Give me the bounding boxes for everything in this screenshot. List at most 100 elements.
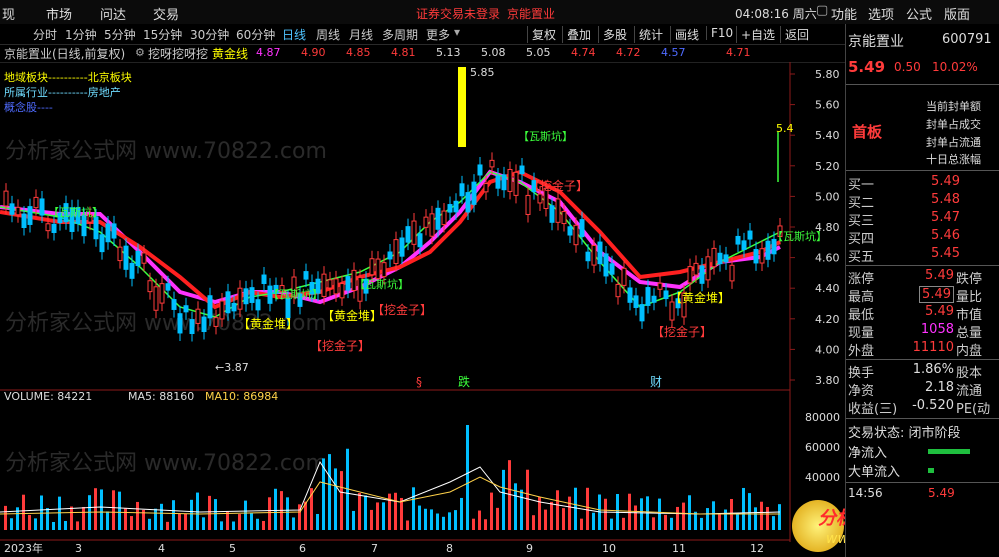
time-tick: 4 [158,542,165,555]
price-tick: 5.20 [815,160,840,173]
tab-weekly[interactable]: 周线 [316,26,340,43]
menu-item-xian[interactable]: 现 [2,4,15,23]
bid-row-3: 买三 5.47 [848,210,960,229]
stat-row-low: 最低 5.49 市值 [848,304,983,323]
volume-bar [334,468,337,530]
chevron-down-icon[interactable]: ▾ [454,25,460,39]
candle-body [753,249,759,264]
candle-body [417,233,423,248]
gear-icon[interactable]: ⚙ [135,46,145,59]
multi-stock-button[interactable]: 多股 [598,26,631,43]
menu-item-market[interactable]: 市场 [46,4,72,23]
candle-body [687,266,693,284]
tab-30min[interactable]: 30分钟 [190,26,229,43]
window-restore-icon[interactable]: ▢ [816,3,828,18]
volume-bar [124,508,127,530]
volume-bar [418,505,421,530]
f10-button[interactable]: F10 [706,26,737,40]
draw-line-button[interactable]: 画线 [670,26,703,43]
menu-item-trade[interactable]: 交易 [153,4,179,23]
volume-bar [154,508,157,530]
candle-body [327,279,333,289]
stats-button[interactable]: 统计 [634,26,667,43]
candle-body [711,247,717,268]
candle-body [159,283,165,304]
candle-body [255,299,261,311]
menu-item-formula[interactable]: 公式 [906,4,932,23]
tab-60min[interactable]: 60分钟 [236,26,275,43]
annotation-huangjindui: 【黄金堆】 [670,290,730,305]
gold-value-9: 4.57 [661,46,686,59]
login-notice[interactable]: 证券交易未登录 [416,5,500,22]
menu-item-layout[interactable]: 版面 [944,4,970,23]
volume-bar [406,520,409,530]
candle-body [477,164,483,176]
tab-15min[interactable]: 15分钟 [143,26,182,43]
gold-line-label: 黄金线 [212,47,249,61]
candle-body [609,263,615,275]
candle-body [405,226,411,243]
gold-value-3: 4.81 [391,46,416,59]
candle-body [27,206,33,225]
volume-bar [28,514,31,530]
volume-bar [292,517,295,530]
menu-item-wenda[interactable]: 问达 [100,4,126,23]
candle-body [633,295,639,308]
candle-body [465,192,471,213]
volume-bar [94,488,97,530]
industry-label: 所属行业----------房地产 [4,86,121,99]
menu-bar: 现 市场 问达 交易 证券交易未登录 京能置业 04:08:16 周六 ▢ 功能… [0,0,999,25]
annotation-wajinzi: 【挖金子】 [310,338,370,353]
volume-bar [76,521,79,530]
tab-1min[interactable]: 1分钟 [65,26,97,43]
kline-chart[interactable]: 5.805.605.405.205.004.804.604.404.204.00… [0,62,845,557]
tab-multi-period[interactable]: 多周期 [382,26,418,43]
menu-item-options[interactable]: 选项 [868,4,894,23]
volume-bar [130,516,133,530]
fuquan-button[interactable]: 复权 [527,26,560,43]
volume-bar [454,510,457,530]
volume-bar [718,514,721,530]
overlay-button[interactable]: 叠加 [562,26,595,43]
price-change-pct: 10.02% [932,60,978,74]
gold-value-7: 4.74 [571,46,596,59]
candle-body [459,183,465,197]
watermark-text: 分析家公式网 www.70822.com [5,451,327,476]
add-favorite-button[interactable]: +自选 [736,26,779,43]
menu-item-function[interactable]: 功能 [831,4,857,23]
annotation-wajinzi: 【挖金子】 [652,324,712,339]
candle-body [333,278,339,295]
price-tick: 5.00 [815,190,840,203]
candle-body [381,262,387,278]
candle-body [249,287,255,303]
candle-body [153,286,159,311]
tab-monthly[interactable]: 月线 [349,26,373,43]
candle-body [105,223,111,243]
tab-fenshi[interactable]: 分时 [33,26,57,43]
volume-bar [424,508,427,530]
volume-bar [268,497,271,530]
back-button[interactable]: 返回 [780,26,813,43]
gold-value-2: 4.85 [346,46,371,59]
candle-body [627,287,633,303]
candle-body [645,287,651,306]
tab-5min[interactable]: 5分钟 [104,26,136,43]
annotation-wajinzi: 【挖金子】 [528,178,588,193]
tab-more[interactable]: 更多 [426,26,450,43]
stock-code: 600791 [942,32,992,47]
volume-bar [214,499,217,530]
candle-body [489,159,495,168]
tab-daily[interactable]: 日线 [282,26,306,43]
volume-bar [658,498,661,530]
volume-bar [286,497,289,530]
candle-body [135,250,141,267]
volume-bar [766,506,769,530]
time-tick: 9 [526,542,533,555]
candle-body [99,234,105,253]
volume-tick: 60000 [805,441,840,454]
volume-bar [10,518,13,530]
volume-bar [256,518,259,530]
seal-line-2: 封单占流通 [926,136,981,149]
indicator-name[interactable]: 挖呀挖呀挖 [148,45,208,62]
bid-row-2: 买二 5.48 [848,192,960,211]
